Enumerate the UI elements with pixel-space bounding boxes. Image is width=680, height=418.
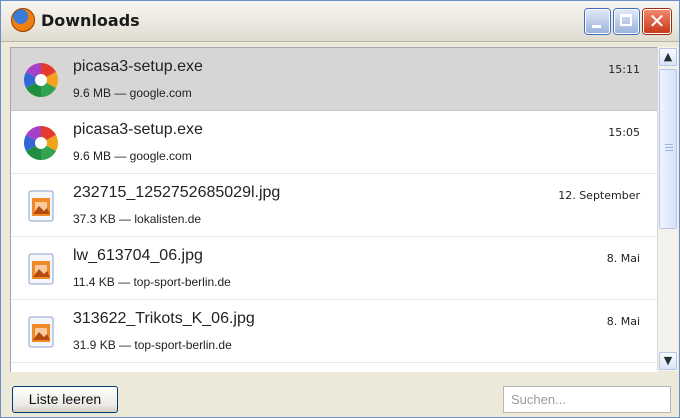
download-row-1[interactable]: picasa3-setup.exe 9.6 MB — google.com 15…: [11, 48, 658, 111]
download-filename: picasa3-setup.exe: [73, 121, 203, 138]
maximize-button[interactable]: [614, 9, 639, 34]
picasa-icon: [24, 126, 58, 160]
download-row-5[interactable]: 313622_Trikots_K_06.jpg 31.9 KB — top-sp…: [11, 300, 658, 363]
download-row-3[interactable]: 232715_1252752685029l.jpg 37.3 KB — loka…: [11, 174, 658, 237]
download-time: 15:11: [608, 63, 640, 76]
download-row-2[interactable]: picasa3-setup.exe 9.6 MB — google.com 15…: [11, 111, 658, 174]
grip-line: [665, 144, 673, 145]
picasa-icon: [24, 63, 58, 97]
search-input[interactable]: Suchen...: [503, 386, 671, 413]
download-filename: 232715_1252752685029l.jpg: [73, 184, 281, 201]
scroll-thumb[interactable]: [659, 69, 677, 229]
close-icon: ✕: [648, 9, 666, 33]
download-filename: lw_613704_06.jpg: [73, 247, 203, 264]
download-meta: 9.6 MB — google.com: [73, 149, 192, 163]
window-title: Downloads: [41, 11, 140, 30]
download-time: 8. Mai: [606, 252, 640, 265]
download-time: 15:05: [608, 126, 640, 139]
title-bar[interactable]: Downloads ✕: [1, 1, 679, 42]
maximize-icon: [620, 14, 632, 26]
image-file-icon: [28, 253, 54, 285]
image-file-icon: [28, 190, 54, 222]
vertical-scrollbar[interactable]: ▲ ▼: [657, 47, 678, 371]
firefox-icon: [11, 8, 35, 32]
close-button[interactable]: ✕: [643, 9, 671, 34]
scroll-down-button[interactable]: ▼: [659, 352, 677, 370]
minimize-icon: [592, 25, 601, 28]
download-time: 8. Mai: [606, 315, 640, 328]
downloads-window: Downloads ✕ picasa3-setup.exe 9.6 MB — g…: [0, 0, 680, 418]
download-time: 12. September: [558, 189, 640, 202]
clear-list-button[interactable]: Liste leeren: [12, 386, 118, 413]
minimize-button[interactable]: [585, 9, 610, 34]
downloads-list[interactable]: picasa3-setup.exe 9.6 MB — google.com 15…: [10, 47, 658, 372]
download-filename: picasa3-setup.exe: [73, 58, 203, 75]
download-meta: 37.3 KB — lokalisten.de: [73, 212, 202, 226]
scroll-up-button[interactable]: ▲: [659, 48, 677, 66]
grip-line: [665, 147, 673, 148]
grip-line: [665, 150, 673, 151]
download-meta: 31.9 KB — top-sport-berlin.de: [73, 338, 232, 352]
download-filename: 313622_Trikots_K_06.jpg: [73, 310, 255, 327]
download-meta: 11.4 KB — top-sport-berlin.de: [73, 275, 231, 289]
download-meta: 9.6 MB — google.com: [73, 86, 192, 100]
bottom-bar: Liste leeren Suchen...: [1, 377, 679, 417]
download-row-4[interactable]: lw_613704_06.jpg 11.4 KB — top-sport-ber…: [11, 237, 658, 300]
image-file-icon: [28, 316, 54, 348]
